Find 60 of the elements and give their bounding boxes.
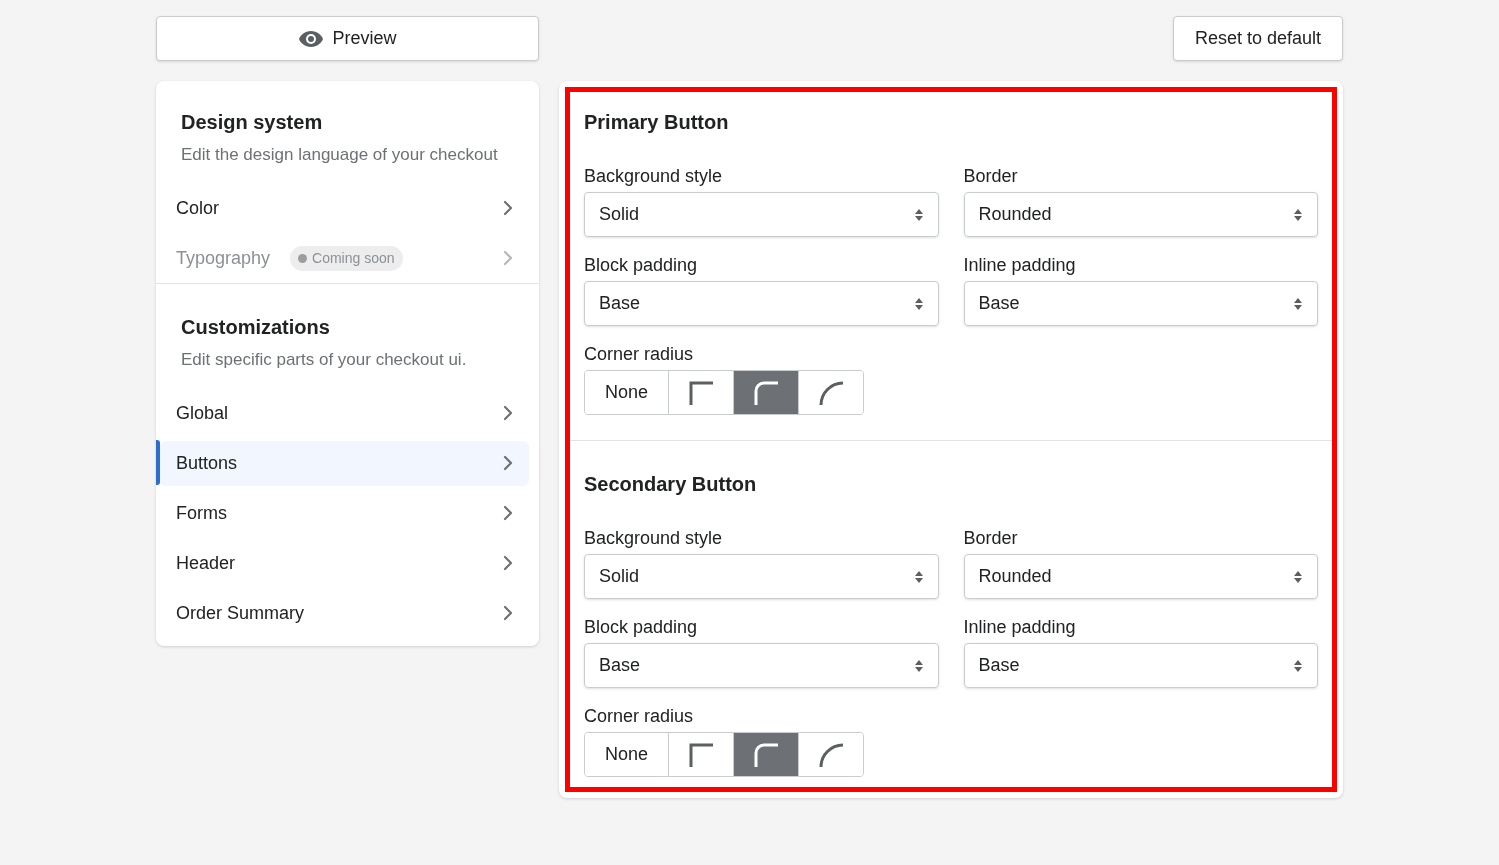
select-field[interactable]: Base bbox=[584, 281, 939, 326]
chevron-right-icon bbox=[503, 455, 513, 471]
select-field[interactable]: Base bbox=[963, 281, 1318, 326]
section-title: Secondary Button bbox=[584, 472, 758, 497]
square-corner-icon bbox=[689, 742, 713, 767]
sidebar-item[interactable]: Buttons bbox=[160, 440, 529, 486]
round-corner-icon bbox=[819, 742, 843, 767]
select-field[interactable]: Solid bbox=[584, 554, 939, 599]
field-label: Border bbox=[963, 527, 1019, 550]
square-corner-icon bbox=[689, 380, 713, 405]
select-arrows-icon bbox=[1293, 207, 1303, 222]
eye-icon bbox=[298, 29, 325, 48]
section-title: Customizations bbox=[181, 315, 331, 340]
preview-button[interactable]: Preview bbox=[156, 16, 539, 61]
chevron-right-icon bbox=[503, 200, 513, 216]
section-subtitle: Edit specific parts of your checkout ui. bbox=[181, 349, 468, 371]
select-field[interactable]: Base bbox=[584, 643, 939, 688]
select-field[interactable]: Rounded bbox=[963, 554, 1318, 599]
section-title: Primary Button bbox=[584, 110, 730, 135]
field-label: Corner radius bbox=[584, 705, 695, 728]
chevron-right-icon bbox=[503, 405, 513, 421]
selection-indicator bbox=[156, 440, 160, 485]
field-label: Inline padding bbox=[963, 254, 1077, 277]
corner-option-button[interactable] bbox=[798, 733, 863, 776]
sidebar-item[interactable]: Color bbox=[160, 185, 529, 231]
field-label: Block padding bbox=[584, 616, 699, 639]
select-field[interactable]: Base bbox=[963, 643, 1318, 688]
field-label: Block padding bbox=[584, 254, 699, 277]
select-field[interactable]: Rounded bbox=[963, 192, 1318, 237]
field-label: Corner radius bbox=[584, 343, 695, 366]
field-label: Background style bbox=[584, 527, 724, 550]
section-title: Design system bbox=[181, 110, 324, 135]
field-label: Inline padding bbox=[963, 616, 1077, 639]
select-arrows-icon bbox=[1293, 569, 1303, 584]
field-label: Background style bbox=[584, 165, 724, 188]
corner-option-button[interactable] bbox=[733, 733, 798, 776]
section-subtitle: Edit the design language of your checkout bbox=[181, 144, 499, 166]
select-arrows-icon bbox=[1293, 658, 1303, 673]
chevron-right-icon bbox=[503, 605, 513, 621]
chevron-right-icon bbox=[503, 505, 513, 521]
round-corner-icon bbox=[819, 380, 843, 405]
chevron-right-icon bbox=[503, 250, 513, 266]
badge-label: Coming soon bbox=[312, 248, 395, 268]
chevron-right-icon bbox=[503, 555, 513, 571]
corner-option-button[interactable] bbox=[733, 371, 798, 414]
select-arrows-icon bbox=[913, 207, 924, 222]
reset-button[interactable]: Reset to default bbox=[1172, 16, 1343, 61]
corner-option-button[interactable] bbox=[798, 371, 863, 414]
rounded-corner-icon bbox=[754, 380, 778, 405]
rounded-corner-icon bbox=[754, 742, 778, 767]
select-arrows-icon bbox=[1293, 296, 1303, 311]
select-arrows-icon bbox=[913, 658, 924, 673]
sidebar-item[interactable]: Order Summary bbox=[160, 590, 529, 636]
select-arrows-icon bbox=[913, 569, 924, 584]
select-field[interactable]: Solid bbox=[584, 192, 939, 237]
sidebar-item[interactable]: Forms bbox=[160, 490, 529, 536]
field-label: Border bbox=[963, 165, 1019, 188]
select-arrows-icon bbox=[913, 296, 924, 311]
sidebar-item[interactable]: Global bbox=[160, 390, 529, 436]
sidebar-item[interactable]: Header bbox=[160, 540, 529, 586]
